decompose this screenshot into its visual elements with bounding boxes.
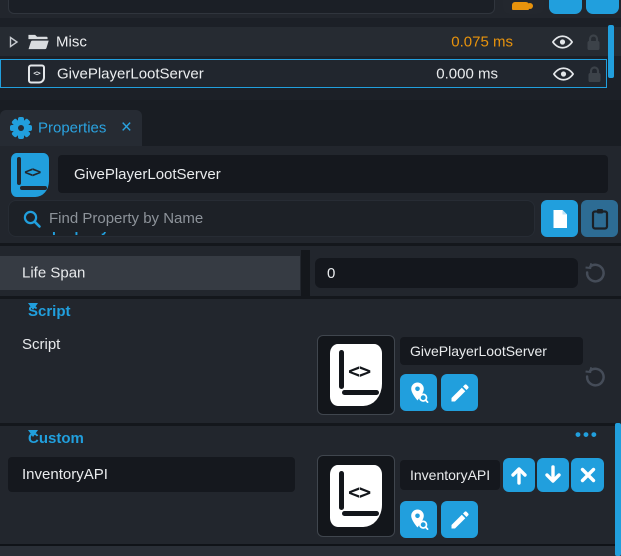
script-asset-icon: <> (330, 344, 382, 406)
hierarchy-scrollbar[interactable] (608, 25, 614, 78)
custom-asset-slot[interactable]: <> (317, 455, 395, 537)
property-label: Life Span (22, 265, 85, 282)
script-asset-icon: <> (330, 465, 382, 527)
visibility-eye-icon[interactable] (552, 66, 575, 82)
copy-properties-button[interactable] (541, 200, 578, 237)
hierarchy-search-input[interactable] (8, 0, 495, 14)
search-icon (22, 209, 42, 229)
custom-section-menu[interactable]: ••• (575, 425, 615, 445)
script-property-label: Script (22, 336, 60, 353)
property-search-input[interactable] (49, 201, 529, 236)
paste-properties-button[interactable] (581, 200, 618, 237)
arrow-up-icon (509, 465, 529, 485)
copy-document-icon (551, 208, 569, 229)
networked-icon (512, 2, 529, 10)
object-name-field[interactable] (58, 155, 608, 193)
reset-icon[interactable] (584, 366, 606, 388)
row-time: 0.075 ms (451, 33, 513, 50)
pencil-icon (449, 509, 470, 530)
properties-panel: <> property Life (0, 146, 621, 556)
pin-search-icon (408, 381, 430, 404)
editor-window: Misc 0.075 ms <> GivePlayerLootServer 0.… (0, 0, 621, 556)
toolbar-button-2[interactable] (586, 0, 619, 14)
arrow-down-icon (543, 465, 563, 485)
life-span-input[interactable] (315, 258, 578, 288)
find-asset-button[interactable] (400, 374, 437, 411)
edit-script-button[interactable] (441, 374, 478, 411)
networked-filter-button[interactable] (503, 0, 544, 14)
column-divider (301, 250, 310, 296)
custom-asset-name[interactable]: InventoryAPI (400, 460, 500, 490)
find-asset-button[interactable] (400, 501, 437, 538)
script-icon: <> (28, 64, 45, 83)
script-asset-name[interactable]: GivePlayerLootServer (400, 337, 583, 365)
divider (0, 296, 621, 299)
properties-scrollbar[interactable] (615, 423, 621, 556)
move-up-button[interactable] (503, 458, 535, 492)
life-span-label-cell: Life Span (0, 256, 300, 290)
tab-close-icon[interactable]: × (121, 118, 132, 137)
reset-icon[interactable] (584, 262, 606, 284)
section-title: Custom (28, 430, 84, 447)
script-asset-slot[interactable]: <> (317, 335, 395, 415)
hierarchy-row-misc[interactable]: Misc 0.075 ms (0, 27, 621, 56)
tab-label: Properties (38, 120, 106, 137)
hierarchy-panel: Misc 0.075 ms <> GivePlayerLootServer 0.… (0, 18, 621, 100)
bottom-panel-edge (0, 546, 621, 556)
expand-caret-icon[interactable] (9, 36, 19, 48)
delete-property-button[interactable] (571, 458, 604, 492)
custom-property-name-input[interactable] (8, 457, 295, 492)
visibility-eye-icon[interactable] (551, 34, 574, 50)
script-asset-icon: <> (11, 153, 49, 197)
pin-search-icon (408, 508, 430, 531)
row-label: Misc (56, 33, 87, 50)
divider (0, 243, 621, 246)
lock-icon[interactable] (586, 33, 601, 50)
toolbar-button-1[interactable] (549, 0, 582, 14)
scrolled-section-header: property (52, 232, 212, 237)
tab-properties[interactable]: Properties × (0, 110, 142, 146)
close-x-icon (579, 466, 597, 484)
row-label: GivePlayerLootServer (57, 65, 204, 82)
paste-clipboard-icon (591, 208, 609, 230)
section-title: Script (28, 303, 71, 320)
lock-icon[interactable] (587, 65, 602, 82)
move-down-button[interactable] (537, 458, 569, 492)
gear-wrench-icon (10, 117, 32, 139)
hierarchy-row-giveplayerlootserver[interactable]: <> GivePlayerLootServer 0.000 ms (0, 59, 607, 88)
pencil-icon (449, 382, 470, 403)
row-time: 0.000 ms (436, 65, 498, 82)
edit-script-button[interactable] (441, 501, 478, 538)
panel-tab-bar: Properties × (0, 100, 621, 146)
folder-icon (27, 33, 49, 51)
divider (0, 423, 621, 426)
